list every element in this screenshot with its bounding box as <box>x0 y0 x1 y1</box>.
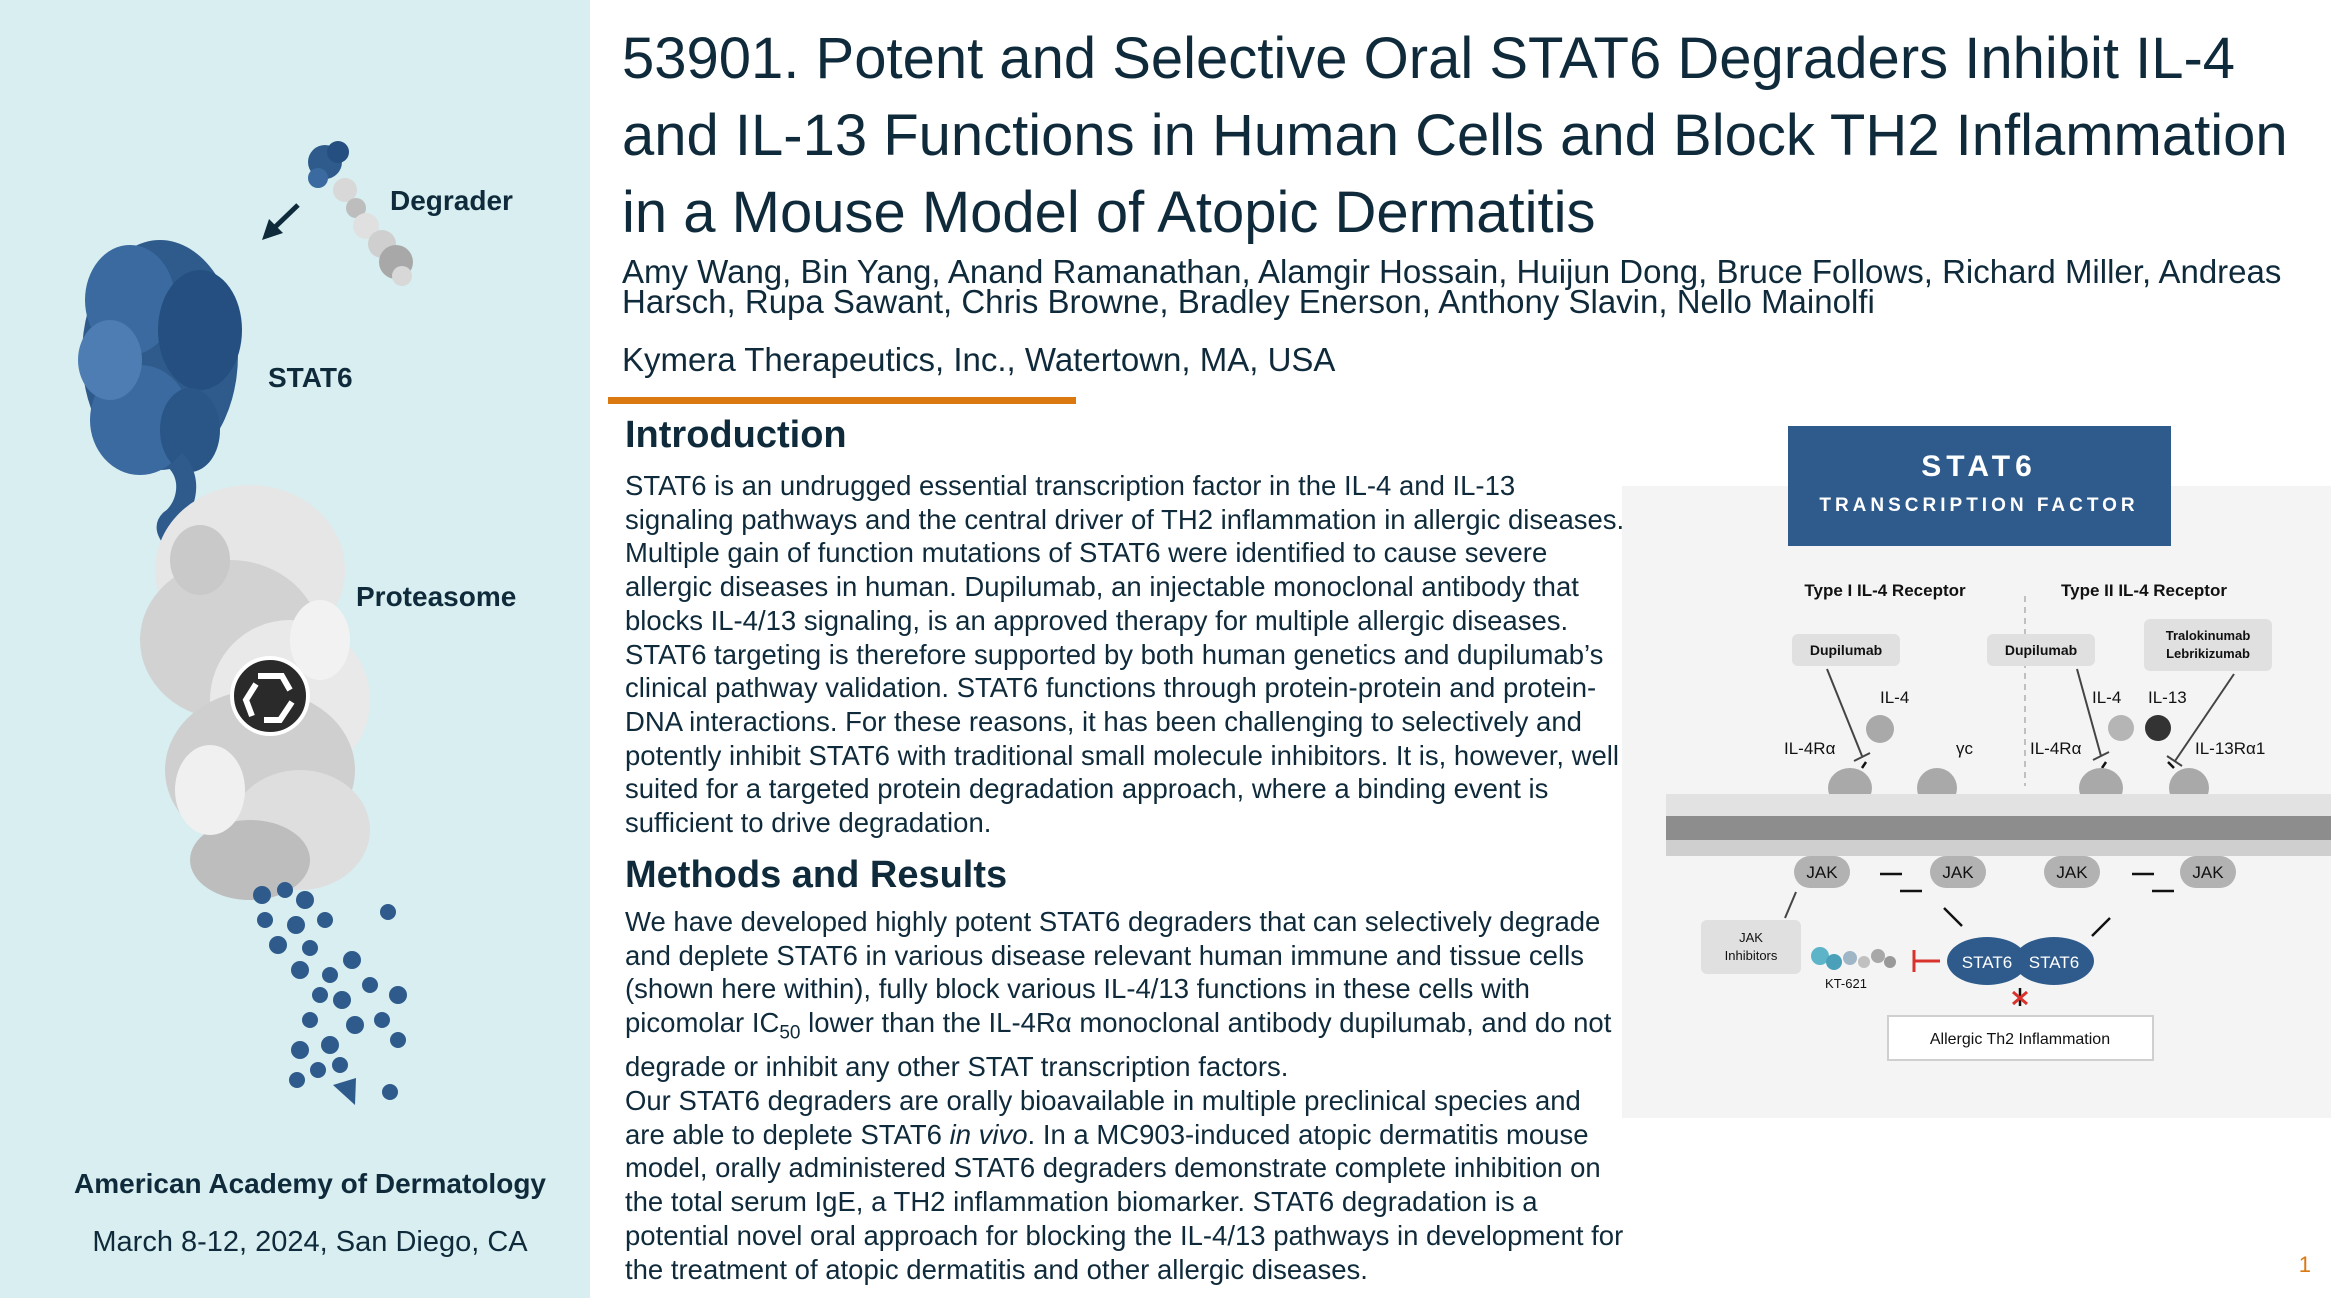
jak-inhibitors-label-1: JAK <box>1739 930 1763 945</box>
il4ra-label-1: IL-4Rα <box>1784 739 1836 758</box>
recycle-icon <box>230 656 310 736</box>
kt621-label: KT-621 <box>1825 976 1867 991</box>
type2-receptor-label: Type II IL-4 Receptor <box>2061 581 2227 600</box>
in-vivo-text: in vivo <box>949 1118 1028 1150</box>
jak-label-2: JAK <box>1942 863 1974 882</box>
cell-membrane <box>1666 794 2331 856</box>
stat6-pathway-diagram: STAT6 TRANSCRIPTION FACTOR Type I IL-4 R… <box>1622 426 2331 1118</box>
dupilumab-label-1: Dupilumab <box>1810 642 1882 658</box>
jak-inhibitors-label-2: Inhibitors <box>1725 948 1778 963</box>
methods-paragraph-1: We have developed highly potent STAT6 de… <box>625 905 1627 1084</box>
affiliation: Kymera Therapeutics, Inc., Watertown, MA… <box>622 341 1336 378</box>
introduction-heading: Introduction <box>625 414 847 456</box>
page-number: 1 <box>2298 1252 2311 1277</box>
outcome-label: Allergic Th2 Inflammation <box>1930 1031 2110 1048</box>
stat6-banner <box>1788 426 2171 546</box>
il4-label-1: IL-4 <box>1880 688 1909 707</box>
tralokinumab-label: Tralokinumab <box>2166 628 2251 643</box>
jak-inhibitors-box <box>1701 920 1801 974</box>
degrader-label: Degrader <box>390 185 513 216</box>
il4ra-label-2: IL-4Rα <box>2030 739 2082 758</box>
left-panel: Degrader STAT6 Proteasome American Acade… <box>0 0 590 1298</box>
poster-title: 53901. Potent and Selective Oral STAT6 D… <box>622 26 2288 245</box>
tralokinumab-box <box>2144 619 2272 671</box>
jak-label-3: JAK <box>2056 863 2088 882</box>
stat6-dimer-label-right: STAT6 <box>2029 953 2079 972</box>
type1-receptor-label: Type I IL-4 Receptor <box>1804 581 1966 600</box>
il4-ball-1 <box>1866 715 1894 743</box>
proteasome-label: Proteasome <box>356 581 517 612</box>
il13ra1-label: IL-13Rα1 <box>2195 739 2265 758</box>
stat6-dimer-label-left: STAT6 <box>1962 953 2012 972</box>
conference-date: March 8-12, 2024, San Diego, CA <box>92 1226 528 1258</box>
fragment-arrow-icon <box>333 1078 356 1105</box>
il13-ball <box>2145 715 2171 741</box>
protein-degradation-illustration <box>78 141 413 1105</box>
stat6-label: STAT6 <box>268 362 353 393</box>
ic50-subscript: 50 <box>779 1022 801 1044</box>
jak-label-1: JAK <box>1806 863 1838 882</box>
peptide-fragments <box>253 882 407 1100</box>
author-list: Amy Wang, Bin Yang, Anand Ramanathan, Al… <box>622 253 2282 320</box>
banner-title: STAT6 <box>1921 450 2037 483</box>
gamma-c-label: γc <box>1956 739 1974 758</box>
methods-body: We have developed highly potent STAT6 de… <box>625 905 1627 1286</box>
methods-paragraph-2: Our STAT6 degraders are orally bioavaila… <box>625 1084 1627 1286</box>
lebrikizumab-label: Lebrikizumab <box>2166 646 2250 661</box>
il4-ball-2 <box>2108 715 2134 741</box>
degrader-arrow-icon <box>262 203 300 240</box>
methods-heading: Methods and Results <box>625 854 1008 896</box>
section-divider <box>608 397 1076 404</box>
introduction-text: STAT6 is an undrugged essential transcri… <box>625 470 1625 839</box>
dupilumab-label-2: Dupilumab <box>2005 642 2077 658</box>
il13-label: IL-13 <box>2148 688 2187 707</box>
banner-subtitle: TRANSCRIPTION FACTOR <box>1819 495 2138 516</box>
il4-label-2: IL-4 <box>2092 688 2121 707</box>
conference-name: American Academy of Dermatology <box>74 1168 546 1199</box>
introduction-body: STAT6 is an undrugged essential transcri… <box>625 469 1627 840</box>
jak-label-4: JAK <box>2192 863 2224 882</box>
